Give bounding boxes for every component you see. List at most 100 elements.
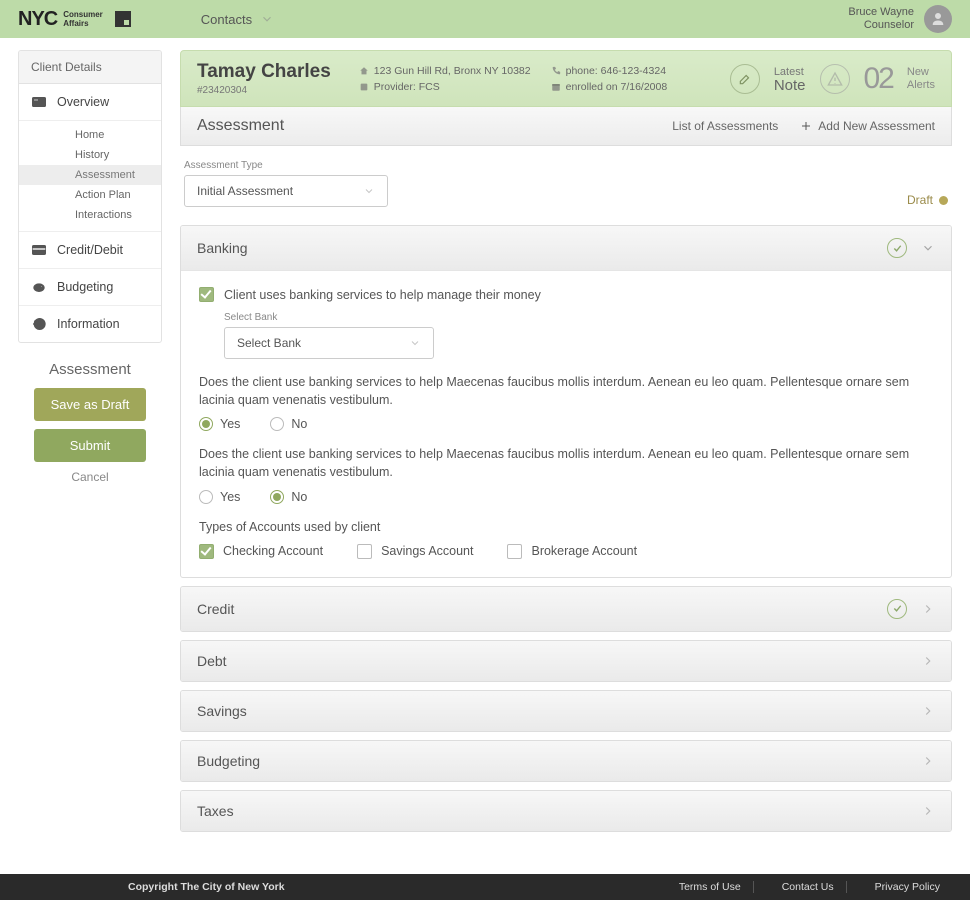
sidebar-item-information[interactable]: Information — [19, 306, 161, 342]
section-savings-header[interactable]: Savings — [181, 691, 951, 731]
checking-label: Checking Account — [223, 544, 323, 558]
select-bank-dropdown[interactable]: Select Bank — [224, 327, 434, 359]
section-credit-header[interactable]: Credit — [181, 587, 951, 631]
section-title: Debt — [197, 653, 227, 669]
footer-terms-link[interactable]: Terms of Use — [667, 881, 754, 893]
chevron-right-icon — [921, 602, 935, 616]
sidebar-sub-assessment[interactable]: Assessment — [19, 165, 161, 185]
nav-contacts[interactable]: Contacts — [201, 12, 274, 27]
radio-off-icon — [199, 490, 213, 504]
chevron-down-icon — [409, 337, 421, 349]
sidebar-item-overview[interactable]: Overview — [19, 84, 161, 121]
chevron-right-icon — [921, 654, 935, 668]
check-circle-icon — [887, 599, 907, 619]
client-address: 123 Gun Hill Rd, Bronx NY 10382 — [374, 65, 531, 77]
savings-label: Savings Account — [381, 544, 473, 558]
chevron-down-icon — [260, 12, 274, 26]
accounts-label: Types of Accounts used by client — [199, 518, 933, 536]
sidebar-sub-interactions[interactable]: Interactions — [19, 205, 161, 225]
section-title: Banking — [197, 240, 248, 256]
section-title: Taxes — [197, 803, 234, 819]
plus-icon — [800, 120, 812, 132]
uses-banking-checkbox[interactable] — [199, 287, 214, 302]
sidebar-sub-history[interactable]: History — [19, 145, 161, 165]
status-dot-icon — [939, 196, 948, 205]
question-1-text: Does the client use banking services to … — [199, 373, 933, 409]
client-header: Tamay Charles #23420304 123 Gun Hill Rd,… — [180, 50, 952, 107]
footer: Copyright The City of New York Terms of … — [0, 874, 970, 900]
brokerage-checkbox[interactable] — [507, 544, 522, 559]
client-provider: Provider: FCS — [374, 81, 440, 93]
chevron-down-icon — [363, 185, 375, 197]
assessment-type-label: Assessment Type — [184, 160, 388, 171]
avatar-icon[interactable] — [924, 5, 952, 33]
sidebar-sub-action-plan[interactable]: Action Plan — [19, 185, 161, 205]
chevron-down-icon — [921, 241, 935, 255]
client-details-heading: Client Details — [19, 51, 161, 84]
user-name: Bruce Wayne — [848, 6, 914, 19]
sidebar-item-label: Information — [57, 317, 120, 331]
client-id: #23420304 — [197, 85, 331, 96]
section-debt-header[interactable]: Debt — [181, 641, 951, 681]
piggy-icon — [31, 279, 47, 295]
footer-copyright: Copyright The City of New York — [128, 881, 285, 893]
edit-icon — [738, 72, 752, 86]
client-phone: phone: 646-123-4324 — [566, 65, 666, 77]
assessment-type-select[interactable]: Initial Assessment — [184, 175, 388, 207]
savings-checkbox[interactable] — [357, 544, 372, 559]
phone-icon — [551, 66, 561, 76]
sidebar-item-credit-debit[interactable]: Credit/Debit — [19, 232, 161, 269]
status-badge: Draft — [907, 193, 948, 207]
question-2-text: Does the client use banking services to … — [199, 445, 933, 481]
section-banking-header[interactable]: Banking — [181, 226, 951, 270]
alerts-label-2: Alerts — [907, 79, 935, 92]
select-bank-label: Select Bank — [224, 312, 933, 323]
checking-checkbox[interactable] — [199, 544, 214, 559]
submit-button[interactable]: Submit — [34, 429, 146, 462]
status-text: Draft — [907, 193, 933, 207]
add-assessment-label: Add New Assessment — [818, 119, 935, 133]
section-title: Credit — [197, 601, 234, 617]
section-debt: Debt — [180, 640, 952, 682]
brand-sub2: Affairs — [63, 19, 103, 28]
list-assessments-link[interactable]: List of Assessments — [672, 119, 778, 133]
sidebar-item-label: Overview — [57, 95, 109, 109]
sidebar-sub-home[interactable]: Home — [19, 125, 161, 145]
client-name: Tamay Charles — [197, 61, 331, 83]
sidebar-item-budgeting[interactable]: Budgeting — [19, 269, 161, 306]
assessment-subbar: Assessment List of Assessments Add New A… — [180, 107, 952, 146]
client-enrolled: enrolled on 7/16/2008 — [566, 81, 668, 93]
latest-note-button[interactable] — [730, 64, 760, 94]
sidebar-item-label: Credit/Debit — [57, 243, 123, 257]
chevron-right-icon — [921, 704, 935, 718]
section-banking: Banking Client uses banking services to … — [180, 225, 952, 578]
footer-contact-link[interactable]: Contact Us — [770, 881, 847, 893]
overview-icon — [31, 94, 47, 110]
section-budgeting-header[interactable]: Budgeting — [181, 741, 951, 781]
radio-on-icon — [270, 490, 284, 504]
client-details-panel: Client Details Overview Home History Ass… — [18, 50, 162, 343]
brand-logo: NYC — [18, 8, 57, 31]
section-taxes-header[interactable]: Taxes — [181, 791, 951, 831]
q2-radio-yes[interactable]: Yes — [199, 490, 240, 504]
q1-radio-no[interactable]: No — [270, 417, 307, 431]
radio-off-icon — [270, 417, 284, 431]
section-savings: Savings — [180, 690, 952, 732]
note-label-2: Note — [774, 79, 806, 93]
alert-icon — [820, 64, 850, 94]
chevron-right-icon — [921, 804, 935, 818]
assessment-actions-title: Assessment — [18, 361, 162, 378]
brand-square-icon — [115, 11, 131, 27]
user-block[interactable]: Bruce Wayne Counselor — [848, 5, 952, 33]
calendar-icon — [551, 82, 561, 92]
add-assessment-link[interactable]: Add New Assessment — [800, 119, 935, 133]
select-bank-value: Select Bank — [237, 336, 301, 350]
nav-contacts-label: Contacts — [201, 12, 252, 27]
q1-radio-yes[interactable]: Yes — [199, 417, 240, 431]
q2-radio-no[interactable]: No — [270, 490, 307, 504]
assessment-type-value: Initial Assessment — [197, 184, 293, 198]
cancel-link[interactable]: Cancel — [18, 470, 162, 484]
save-draft-button[interactable]: Save as Draft — [34, 388, 146, 421]
radio-on-icon — [199, 417, 213, 431]
footer-privacy-link[interactable]: Privacy Policy — [863, 881, 952, 893]
